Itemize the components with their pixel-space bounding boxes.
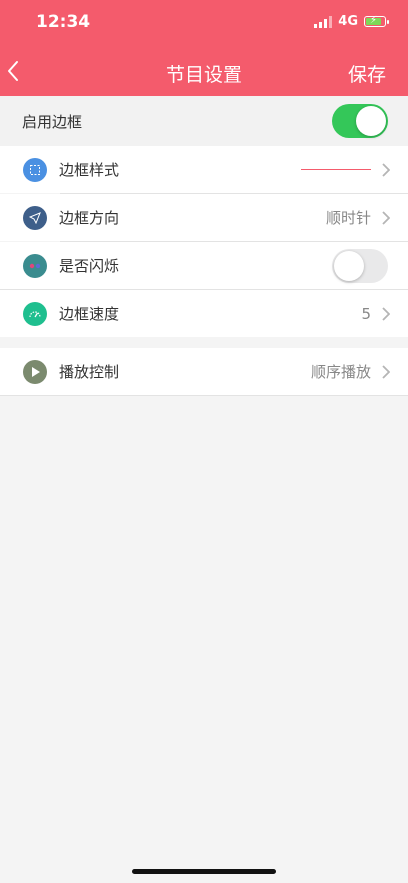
blink-row: 是否闪烁 — [0, 242, 408, 289]
blink-icon — [23, 253, 47, 278]
border-direction-value: 顺时针 — [325, 209, 371, 227]
battery-icon: ⚡ — [364, 15, 389, 27]
header: 12:34 4G ⚡ 节目设置 保存 — [0, 0, 408, 96]
border-style-icon — [23, 157, 47, 182]
border-speed-value: 5 — [361, 304, 371, 323]
status-time: 12:34 — [36, 12, 91, 32]
chevron-right-icon — [382, 306, 390, 321]
border-speed-label: 边框速度 — [59, 305, 120, 323]
enable-border-label: 启用边框 — [22, 112, 83, 131]
save-button[interactable]: 保存 — [348, 60, 386, 87]
home-indicator[interactable] — [132, 869, 276, 874]
network-label: 4G — [338, 14, 358, 29]
page-title: 节目设置 — [165, 64, 242, 86]
border-style-row[interactable]: 边框样式 — [0, 146, 408, 193]
enable-border-toggle[interactable] — [332, 104, 388, 138]
playback-control-label: 播放控制 — [59, 363, 120, 381]
playback-control-row[interactable]: 播放控制 顺序播放 — [0, 348, 408, 395]
playback-control-value: 顺序播放 — [310, 363, 371, 381]
blink-toggle[interactable] — [332, 248, 388, 283]
status-indicators: 4G ⚡ — [314, 14, 389, 29]
play-icon — [23, 359, 47, 384]
border-style-preview — [301, 169, 371, 170]
signal-icon — [314, 15, 333, 28]
border-style-label: 边框样式 — [59, 161, 120, 179]
direction-arrow-icon — [23, 205, 47, 230]
blink-label: 是否闪烁 — [59, 257, 120, 275]
enable-border-row: 启用边框 — [0, 96, 408, 146]
chevron-right-icon — [382, 364, 390, 379]
speed-gauge-icon — [23, 301, 47, 326]
chevron-right-icon — [382, 162, 390, 177]
border-direction-label: 边框方向 — [59, 209, 120, 227]
chevron-right-icon — [382, 210, 390, 225]
border-speed-row[interactable]: 边框速度 5 — [0, 290, 408, 337]
divider — [0, 395, 408, 396]
border-direction-row[interactable]: 边框方向 顺时针 — [0, 194, 408, 241]
